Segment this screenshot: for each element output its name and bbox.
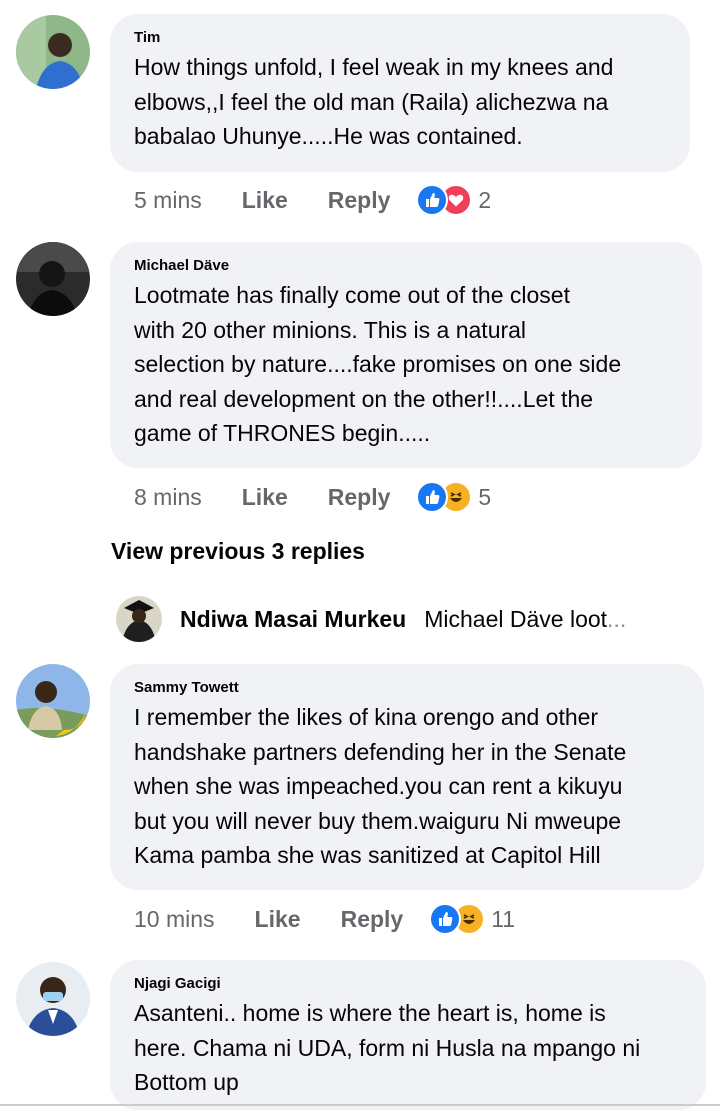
- comment-timestamp[interactable]: 10 mins: [134, 906, 215, 933]
- reply-preview[interactable]: Ndiwa Masai Murkeu Michael Däve loot ...: [116, 596, 626, 642]
- reaction-count: 11: [491, 905, 516, 932]
- reaction-count: 5: [478, 483, 492, 510]
- like-icon: [429, 903, 462, 935]
- avatar[interactable]: [16, 242, 90, 316]
- reply-button[interactable]: Reply: [328, 484, 391, 511]
- reply-ellipsis: ...: [607, 605, 627, 632]
- view-previous-replies-link[interactable]: View previous 3 replies: [111, 538, 365, 565]
- comment-line: How things unfold, I feel weak in my kne…: [134, 54, 614, 80]
- avatar[interactable]: [116, 596, 162, 642]
- comment-line: babalao Uhunye.....He was contained.: [134, 123, 523, 149]
- reply-button[interactable]: Reply: [341, 906, 404, 933]
- comment-line: and real development on the other!!....L…: [134, 385, 594, 412]
- comment-text: Asanteni.. home is where the heart is, h…: [134, 996, 682, 1100]
- comment-author[interactable]: Michael Däve: [134, 256, 678, 276]
- reaction-count: 2: [478, 186, 492, 213]
- comment-text: Lootmate has finally come out of the clo…: [134, 278, 678, 451]
- reaction-summary[interactable]: 2: [416, 184, 491, 216]
- comment-bubble: Sammy Towett I remember the likes of kin…: [110, 664, 704, 890]
- divider: [0, 1104, 720, 1106]
- comment-bubble: Tim How things unfold, I feel weak in my…: [110, 14, 690, 172]
- reaction-summary[interactable]: 11: [429, 903, 515, 935]
- comment-line: Asanteni.. home is where the heart is, h…: [134, 1000, 606, 1026]
- comment-line: with 20 other minions. This is a natural: [134, 316, 527, 343]
- reply-author[interactable]: Ndiwa Masai Murkeu: [180, 606, 406, 633]
- comment-author[interactable]: Sammy Towett: [134, 678, 680, 698]
- comment-text: How things unfold, I feel weak in my kne…: [134, 50, 666, 154]
- like-button[interactable]: Like: [255, 906, 301, 933]
- comment-line: handshake partners defending her in the …: [134, 738, 627, 765]
- comment-actions: 8 mins Like Reply 5: [134, 477, 491, 517]
- reply-text: Michael Däve loot: [424, 605, 608, 632]
- comment-line: here. Chama ni UDA, form ni Husla na mpa…: [134, 1034, 641, 1061]
- avatar[interactable]: [16, 664, 90, 738]
- like-button[interactable]: Like: [242, 484, 288, 511]
- reply-button[interactable]: Reply: [328, 187, 391, 214]
- comment-line: selection by nature....fake promises on …: [134, 351, 622, 377]
- comment-line: Lootmate has finally come out of the clo…: [134, 282, 570, 308]
- avatar[interactable]: [16, 962, 90, 1036]
- comment-author[interactable]: Tim: [134, 28, 666, 48]
- comment-line: when she was impeached.you can rent a ki…: [134, 773, 623, 799]
- comment-timestamp[interactable]: 8 mins: [134, 484, 202, 511]
- avatar[interactable]: [16, 15, 90, 89]
- comment-line: Bottom up: [134, 1069, 239, 1095]
- like-button[interactable]: Like: [242, 187, 288, 214]
- comment-bubble: Njagi Gacigi Asanteni.. home is where th…: [110, 960, 706, 1110]
- comment-bubble: Michael Däve Lootmate has finally come o…: [110, 242, 702, 468]
- comment-line: I remember the likes of kina orengo and …: [134, 704, 599, 730]
- comment-text: I remember the likes of kina orengo and …: [134, 700, 680, 873]
- comment-line: Kama pamba she was sanitized at Capitol …: [134, 842, 601, 868]
- comment-timestamp[interactable]: 5 mins: [134, 187, 202, 214]
- comment-author[interactable]: Njagi Gacigi: [134, 974, 682, 994]
- reaction-summary[interactable]: 5: [416, 481, 491, 513]
- comment-actions: 10 mins Like Reply 11: [134, 899, 515, 939]
- comment-line: but you will never buy them.waiguru Ni m…: [134, 807, 622, 834]
- comment-line: elbows,,I feel the old man (Raila) alich…: [134, 88, 609, 115]
- comment-line: game of THRONES begin.....: [134, 420, 431, 446]
- comment-actions: 5 mins Like Reply 2: [134, 180, 491, 220]
